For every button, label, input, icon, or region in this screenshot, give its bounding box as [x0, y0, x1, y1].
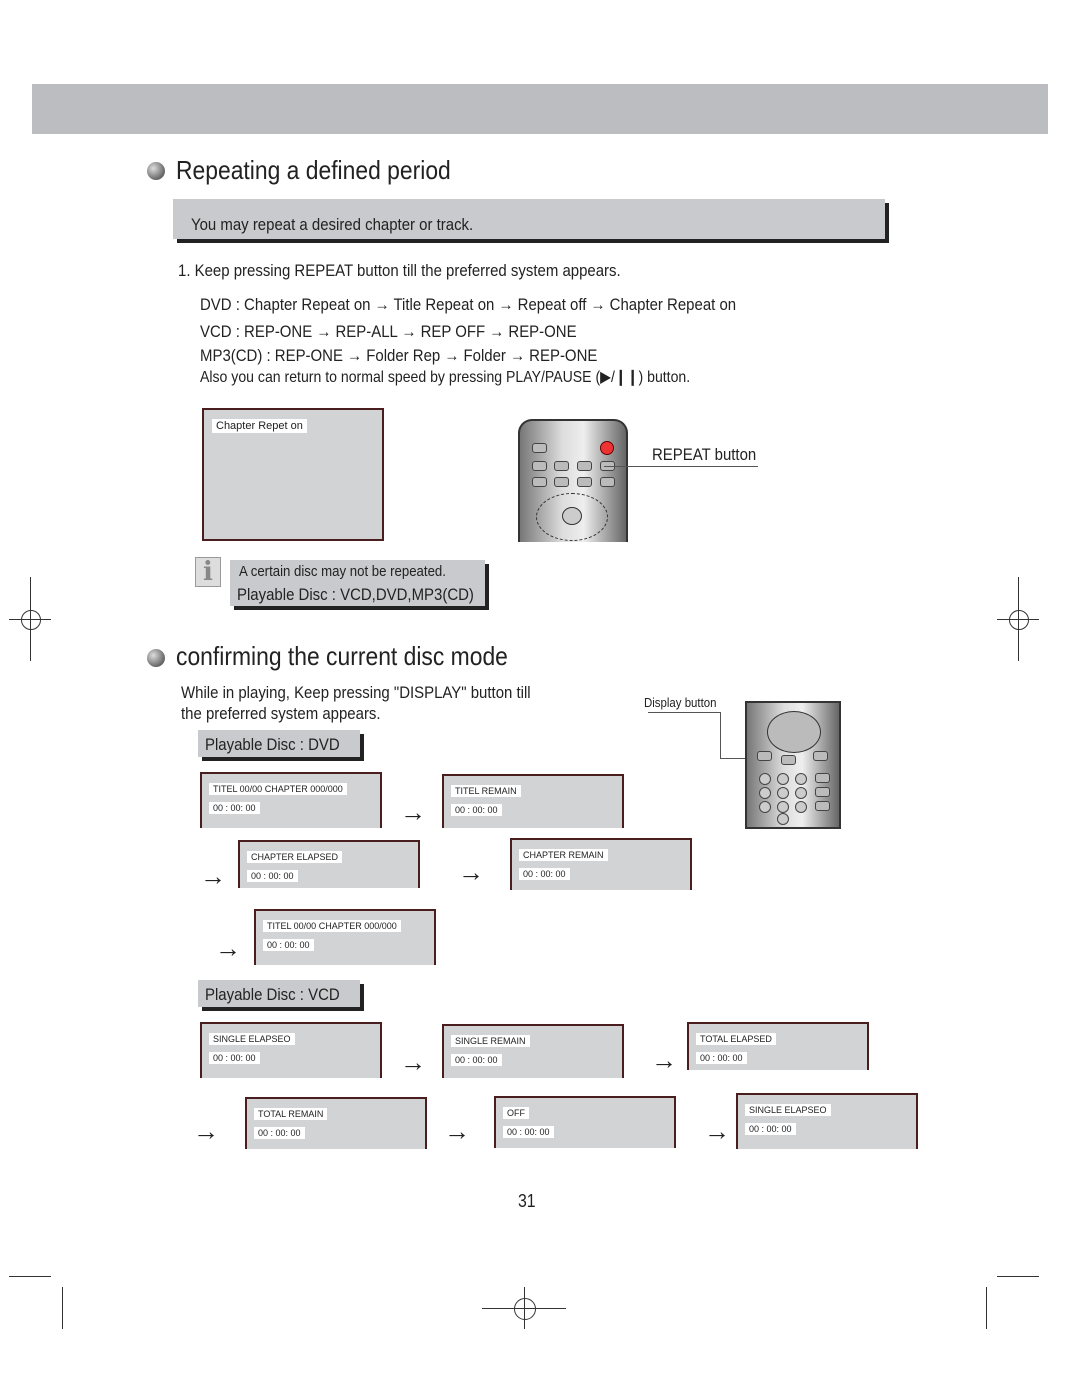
screen-time: 00 : 00: 00: [451, 804, 502, 816]
bullet-icon: [147, 649, 165, 667]
arrow-icon: →: [651, 1045, 677, 1075]
screen-label: TITEL 00/00 CHAPTER 000/000: [209, 783, 347, 795]
screen-time: 00 : 00: 00: [247, 870, 298, 882]
display-screen: TITEL REMAIN 00 : 00: 00: [442, 774, 624, 828]
bullet-icon: [147, 162, 165, 180]
display-button[interactable]: [781, 755, 796, 765]
step-text: 1. Keep pressing REPEAT button till the …: [178, 261, 621, 280]
section-title: confirming the current disc mode: [176, 641, 508, 671]
screen-time: 00 : 00: 00: [503, 1126, 554, 1138]
screen-label: TITEL REMAIN: [451, 785, 521, 797]
header-bar: [32, 84, 1048, 134]
display-screen: TITEL 00/00 CHAPTER 000/000 00 : 00: 00: [254, 909, 436, 965]
screen-label: Chapter Repet on: [212, 419, 307, 433]
screen-label: TITEL 00/00 CHAPTER 000/000: [263, 920, 401, 932]
banner-text: You may repeat a desired chapter or trac…: [191, 215, 474, 234]
screen-label: CHAPTER ELAPSED: [247, 851, 343, 863]
info-icon: i: [195, 557, 221, 587]
screen-label: SINGLE REMAIN: [451, 1035, 530, 1047]
arrow-icon: →: [458, 857, 484, 887]
page-number: 31: [518, 1191, 536, 1211]
screen-label: OFF: [503, 1107, 529, 1119]
vcd-label: Playable Disc : VCD: [198, 980, 360, 1007]
arrow-icon: →: [444, 1116, 470, 1146]
arrow-icon: →: [193, 1116, 219, 1146]
dvd-sequence: DVD : Chapter Repeat on → Title Repeat o…: [200, 295, 737, 314]
display-screen: CHAPTER REMAIN 00 : 00: 00: [510, 838, 692, 890]
display-screen: TOTAL ELAPSED 00 : 00: 00: [687, 1022, 869, 1070]
display-screen: TOTAL REMAIN 00 : 00: 00: [245, 1097, 427, 1149]
screen-label: TOTAL REMAIN: [254, 1108, 328, 1120]
screen-time: 00 : 00: 00: [745, 1123, 796, 1135]
screen-time: 00 : 00: 00: [519, 868, 570, 880]
remote-control-image: [745, 701, 841, 829]
intro-line-1: While in playing, Keep pressing "DISPLAY…: [181, 683, 531, 702]
arrow-icon: →: [400, 1047, 426, 1077]
repeat-screen: Chapter Repet on: [202, 408, 384, 541]
intro-line-2: the preferred system appears.: [181, 704, 381, 723]
screen-time: 00 : 00: 00: [209, 1052, 260, 1064]
manual-page: Repeating a defined period You may repea…: [0, 0, 1080, 1397]
display-screen: SINGLE ELAPSEO 00 : 00: 00: [200, 1022, 382, 1078]
arrow-icon: →: [200, 861, 226, 891]
info-line-2: Playable Disc : VCD,DVD,MP3(CD): [237, 585, 474, 604]
mp3-sequence: MP3(CD) : REP-ONE → Folder Rep → Folder …: [200, 346, 598, 365]
vcd-sequence: VCD : REP-ONE → REP-ALL → REP OFF → REP-…: [200, 322, 577, 341]
screen-label: SINGLE ELAPSEO: [209, 1033, 295, 1045]
display-screen: SINGLE REMAIN 00 : 00: 00: [442, 1024, 624, 1078]
display-callout: Display button: [644, 695, 717, 710]
play-pause-note: Also you can return to normal speed by p…: [200, 369, 691, 386]
screen-time: 00 : 00: 00: [451, 1054, 502, 1066]
display-screen: SINGLE ELAPSEO 00 : 00: 00: [736, 1093, 918, 1149]
callout-line: [648, 712, 721, 759]
info-note: A certain disc may not be repeated. Play…: [230, 560, 485, 606]
arrow-icon: →: [400, 797, 426, 827]
dvd-label-text: Playable Disc : DVD: [205, 735, 340, 754]
vcd-label-text: Playable Disc : VCD: [205, 985, 340, 1004]
screen-label: TOTAL ELAPSED: [696, 1033, 776, 1045]
info-line-1: A certain disc may not be repeated.: [239, 563, 446, 580]
section-title: Repeating a defined period: [176, 155, 451, 185]
screen-label: CHAPTER REMAIN: [519, 849, 608, 861]
remote-control-image: [518, 419, 628, 542]
repeat-callout: REPEAT button: [652, 445, 757, 464]
display-screen: CHAPTER ELAPSED 00 : 00: 00: [238, 840, 420, 888]
screen-time: 00 : 00: 00: [696, 1052, 747, 1064]
screen-time: 00 : 00: 00: [209, 802, 260, 814]
dvd-label: Playable Disc : DVD: [198, 730, 360, 757]
display-screen: TITEL 00/00 CHAPTER 000/000 00 : 00: 00: [200, 772, 382, 828]
callout-line: [604, 466, 758, 467]
screen-label: SINGLE ELAPSEO: [745, 1104, 831, 1116]
arrow-icon: →: [704, 1116, 730, 1146]
screen-time: 00 : 00: 00: [263, 939, 314, 951]
screen-time: 00 : 00: 00: [254, 1127, 305, 1139]
display-screen: OFF 00 : 00: 00: [494, 1096, 676, 1148]
intro-banner: You may repeat a desired chapter or trac…: [173, 199, 885, 239]
arrow-icon: →: [215, 933, 241, 963]
